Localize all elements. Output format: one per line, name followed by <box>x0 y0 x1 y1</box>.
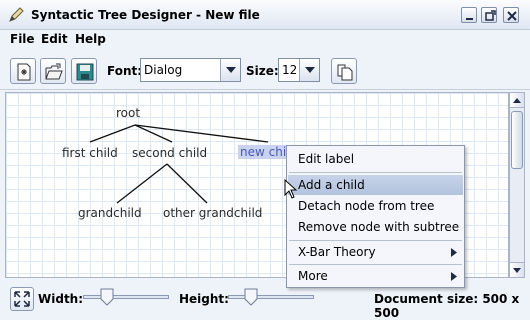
copy-icon <box>337 64 353 81</box>
close-icon <box>507 11 517 21</box>
restore-icon <box>485 10 496 21</box>
menu-item-more[interactable]: More <box>288 266 463 286</box>
scroll-up-button[interactable] <box>510 93 524 108</box>
size-select[interactable]: 12 <box>278 58 320 82</box>
size-label: Size: <box>246 64 279 78</box>
font-select-value: Dialog <box>144 63 183 77</box>
width-slider[interactable] <box>83 288 169 308</box>
menu-help[interactable]: Help <box>75 32 106 46</box>
tree-node-root[interactable]: root <box>116 106 140 120</box>
pencil-icon <box>7 6 25 24</box>
scroll-down-button[interactable] <box>510 262 524 277</box>
menu-separator <box>289 172 462 173</box>
tree-node-other-grandchild[interactable]: other grandchild <box>163 206 262 220</box>
open-folder-icon <box>45 63 63 80</box>
menu-separator <box>289 240 462 241</box>
chevron-right-icon <box>451 272 457 281</box>
menu-separator <box>289 264 462 265</box>
chevron-right-icon <box>451 248 457 257</box>
tree-node-grandchild[interactable]: grandchild <box>78 206 142 220</box>
height-slider-thumb[interactable] <box>244 288 258 306</box>
save-icon <box>76 63 94 81</box>
menu-item-add-child[interactable]: Add a child <box>288 175 463 195</box>
size-select-value: 12 <box>282 63 298 77</box>
new-file-icon <box>17 63 31 81</box>
menu-item-xbar-theory-label: X-Bar Theory <box>298 245 376 259</box>
window-title: Syntactic Tree Designer - New file <box>31 8 260 22</box>
expand-arrows-icon <box>14 291 30 307</box>
width-slider-thumb[interactable] <box>100 288 114 306</box>
minimize-button[interactable] <box>461 7 477 23</box>
width-label: Width: <box>38 292 84 306</box>
chevron-up-icon <box>513 98 521 103</box>
width-slider-track <box>83 295 169 299</box>
close-button[interactable] <box>503 7 519 23</box>
copy-button[interactable] <box>331 58 357 84</box>
menu-item-remove-subtree[interactable]: Remove node with subtree <box>288 217 463 237</box>
title-bar: Syntactic Tree Designer - New file <box>0 0 530 30</box>
menu-bar: File Edit Help <box>0 30 530 50</box>
height-slider[interactable] <box>228 288 314 308</box>
height-label: Height: <box>179 292 229 306</box>
menu-item-more-label: More <box>298 269 328 283</box>
toolbar: Font: Dialog Size: 12 <box>0 50 530 90</box>
document-size-text: Document size: 500 x 500 <box>374 292 520 320</box>
restore-button[interactable] <box>481 7 497 23</box>
height-slider-track <box>228 295 314 299</box>
menu-edit[interactable]: Edit <box>41 32 68 46</box>
vertical-scrollbar[interactable] <box>509 92 525 278</box>
fit-to-window-button[interactable] <box>10 287 34 311</box>
menu-item-edit-label[interactable]: Edit label <box>288 149 463 169</box>
scroll-thumb[interactable] <box>511 111 523 169</box>
chevron-down-icon[interactable] <box>220 59 240 81</box>
new-file-button[interactable] <box>10 58 36 84</box>
open-file-button[interactable] <box>40 58 66 84</box>
tree-node-first-child[interactable]: first child <box>62 146 118 160</box>
chevron-down-icon <box>513 268 521 273</box>
menu-item-detach-node[interactable]: Detach node from tree <box>288 196 463 216</box>
context-menu: Edit label Add a child Detach node from … <box>286 145 465 288</box>
mouse-cursor-icon <box>284 179 298 199</box>
minimize-icon <box>466 18 473 20</box>
menu-file[interactable]: File <box>10 32 35 46</box>
menu-item-xbar-theory[interactable]: X-Bar Theory <box>288 242 463 262</box>
font-select[interactable]: Dialog <box>140 58 241 82</box>
save-button[interactable] <box>71 58 97 84</box>
font-label: Font: <box>107 64 143 78</box>
chevron-down-icon[interactable] <box>299 59 319 81</box>
tree-node-second-child[interactable]: second child <box>132 146 207 160</box>
